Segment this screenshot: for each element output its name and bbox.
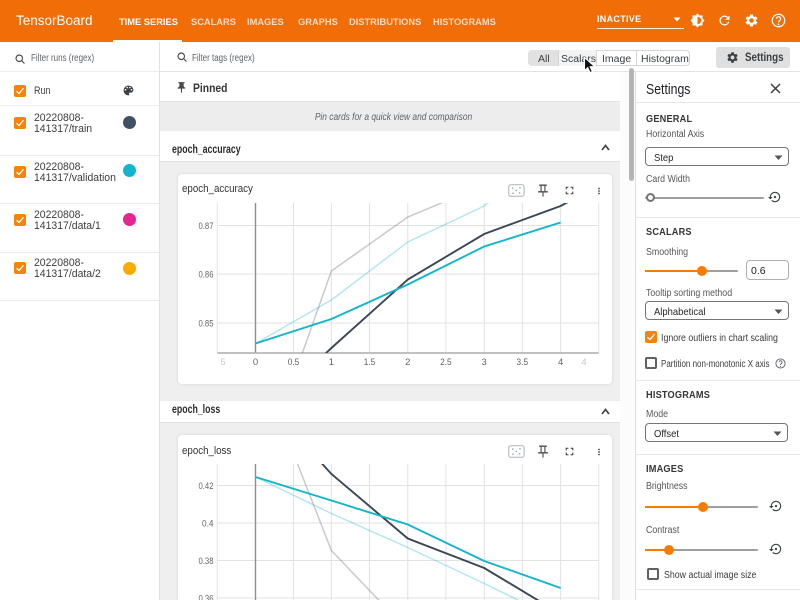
svg-text:4: 4 [581, 357, 586, 368]
svg-text:0.42: 0.42 [199, 481, 214, 492]
svg-text:0.5: 0.5 [288, 357, 300, 368]
svg-text:0: 0 [253, 357, 258, 368]
svg-text:0.38: 0.38 [199, 556, 214, 567]
svg-text:0.36: 0.36 [199, 593, 214, 600]
svg-text:1.5: 1.5 [364, 357, 376, 368]
svg-text:0.86: 0.86 [199, 270, 214, 281]
svg-text:4: 4 [558, 357, 563, 368]
svg-text:0.85: 0.85 [199, 319, 214, 330]
svg-text:2: 2 [405, 357, 410, 368]
svg-text:0.87: 0.87 [199, 221, 214, 232]
svg-text:1: 1 [329, 357, 334, 368]
svg-text:3: 3 [482, 357, 487, 368]
svg-text:5: 5 [220, 357, 225, 368]
svg-text:2.5: 2.5 [440, 357, 452, 368]
svg-text:3.5: 3.5 [517, 357, 529, 368]
svg-text:0.4: 0.4 [202, 518, 214, 529]
